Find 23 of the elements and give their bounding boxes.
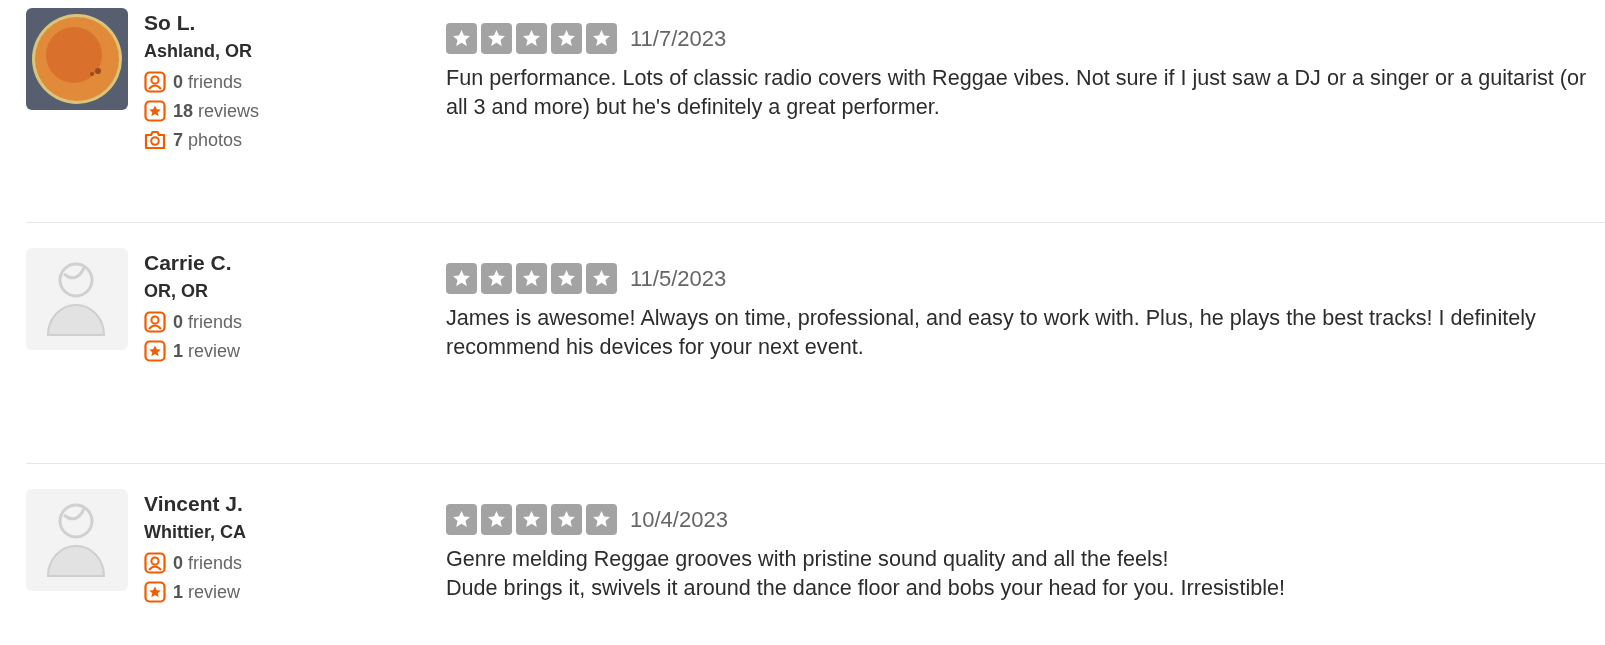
user-name[interactable]: Vincent J. [144,492,446,516]
review-date: 11/7/2023 [630,25,727,52]
user-name[interactable]: So L. [144,11,446,35]
user-stat: 0 friends [173,311,243,333]
friend-icon [144,71,166,93]
user-location: OR, OR [144,281,209,302]
user-location: Whittier, CA [144,522,247,543]
user-stat: 0 friends [173,71,243,93]
user-location: Ashland, OR [144,41,253,62]
user-stat: 7 photos [173,129,243,151]
review-date: 10/4/2023 [630,506,728,533]
user-stat: 1 review [173,340,241,362]
user-stat: 1 review [173,581,241,603]
user-name[interactable]: Carrie C. [144,251,446,275]
review-text: Genre melding Reggae grooves with pristine sound quality and all the feels! Dude brings it, swivels it around the dance floor and bobs your head for you. Irresistible! [446,545,1286,602]
review-text: James is awesome! Always on time, professional, and easy to work with. Plus, he plays the best tracks! I definitely recommend his devices for your next event. [446,304,1537,361]
user-stat: 0 friends [173,552,243,574]
camera-icon [144,129,166,151]
friend-icon [144,552,166,574]
review-text: Fun performance. Lots of classic radio covers with Reggae vibes. Not sure if I just saw a DJ or a singer or a guitarist (or all 3 and more) but he's definitely a great performer. [446,64,1588,121]
friend-icon [144,311,166,333]
review-date: 11/5/2023 [630,265,727,292]
user-stat: 18 reviews [173,100,260,122]
